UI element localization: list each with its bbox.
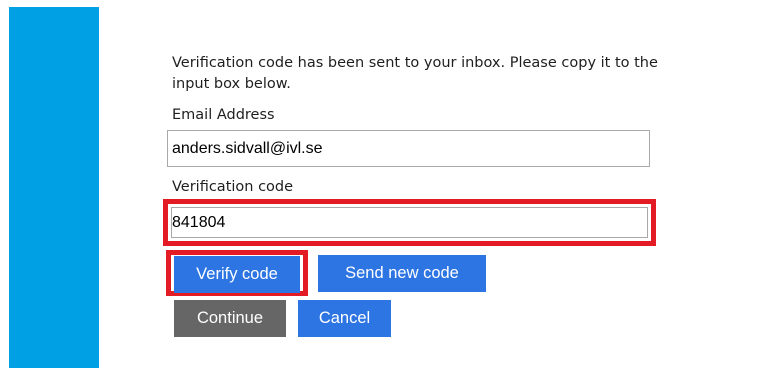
cancel-button[interactable]: Cancel bbox=[298, 300, 391, 337]
verification-code-field[interactable]: 841804 bbox=[171, 207, 648, 238]
instruction-text: Verification code has been sent to your … bbox=[172, 55, 658, 92]
verification-form: Verification code has been sent to your … bbox=[163, 0, 732, 374]
email-field[interactable]: anders.sidvall@ivl.se bbox=[167, 130, 650, 167]
verification-code-label: Verification code bbox=[172, 179, 294, 195]
page: Verification code has been sent to your … bbox=[0, 0, 771, 374]
verification-code-highlight: 841804 bbox=[163, 199, 656, 246]
brand-side-panel bbox=[9, 7, 99, 368]
send-new-code-button[interactable]: Send new code bbox=[318, 255, 486, 292]
continue-button[interactable]: Continue bbox=[174, 300, 286, 337]
email-label: Email Address bbox=[172, 107, 275, 123]
verify-code-button[interactable]: Verify code bbox=[174, 256, 300, 293]
